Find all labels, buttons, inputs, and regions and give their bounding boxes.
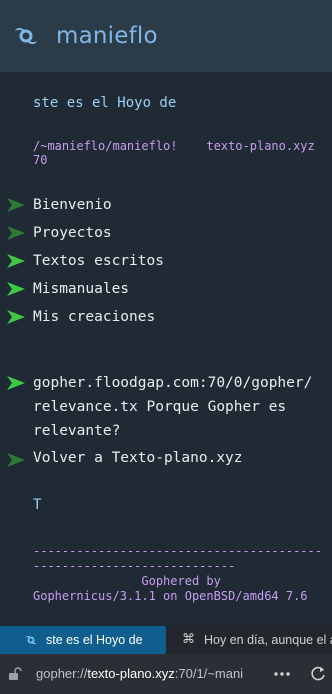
command-icon: ⌘ [182,632,195,647]
server-footer: ----------------------------------------… [33,544,329,604]
gopher-relevance-link[interactable]: gopher.floodgap.com:70/0/gopher/ relevan… [0,371,332,443]
menu-item-mismanuales[interactable]: Mismanuales [0,275,332,303]
arrow-right-icon [7,282,25,296]
path-info: /~manieflo/manieflo! texto-plano.xyz 70 [33,139,329,167]
menu-item-label: Bienvenio [33,197,112,213]
path-line-2: 70 [33,153,48,167]
footer-line-2: Gophernicus/3.1.1 on OpenBSD/amd64 7.6 [33,589,308,603]
footer-rule-2: ---------------------------- [33,559,236,573]
address-field[interactable]: gopher://texto-plano.xyz:70/1/~mani [36,666,252,681]
menu-item-bienvenio[interactable]: Bienvenio [0,191,332,219]
tab-hoy-en-dia[interactable]: ⌘ Hoy en día, aunque el a... [166,626,332,654]
menu-item-label: Mismanuales [33,281,130,297]
menu-item-label: Textos escritos [33,253,164,269]
tab-label: Hoy en día, aunque el a... [204,633,332,647]
menu-item-label: Proyectos [33,225,112,241]
menu-item-mis-creaciones[interactable]: Mis creaciones [0,303,332,331]
reload-icon[interactable] [310,666,326,682]
hurricane-icon[interactable] [12,22,40,50]
tab-hoyo[interactable]: ste es el Hoyo de [0,626,166,654]
back-link-label: Volver a Texto-plano.xyz [33,450,243,466]
footer-line-1: Gophered by [33,574,221,588]
menu-item-label: Mis creaciones [33,309,156,325]
arrow-right-icon [7,254,25,268]
link-line-2: relevance.tx Porque Gopher es [33,399,287,415]
back-to-texto-plano-link[interactable]: Volver a Texto-plano.xyz [0,446,332,474]
app-header: manieflo [0,0,332,72]
tab-bar: ste es el Hoyo de ⌘ Hoy en día, aunque e… [0,626,332,654]
arrow-right-icon [7,453,25,467]
link-line-1: gopher.floodgap.com:70/0/gopher/ [33,375,313,391]
stray-text: T [33,497,42,513]
url-host: texto-plano.xyz [87,666,175,681]
url-scheme: gopher:// [36,666,88,681]
arrow-right-icon [7,310,25,324]
gopher-menu: Bienvenio Proyectos Textos escritos Mism… [0,191,332,331]
more-dots-icon[interactable] [274,672,290,676]
menu-item-proyectos[interactable]: Proyectos [0,219,332,247]
arrow-right-icon [7,376,25,390]
path-line-1: /~manieflo/manieflo! texto-plano.xyz [33,139,315,153]
footer-rule-1: ---------------------------------------- [33,544,322,558]
link-line-3: relevante? [33,423,121,439]
arrow-right-icon [7,198,25,212]
tab-label: ste es el Hoyo de [46,633,143,647]
url-bar: gopher://texto-plano.xyz:70/1/~mani [0,654,332,694]
arrow-right-icon [7,226,25,240]
intro-text: ste es el Hoyo de [33,95,177,111]
gopher-page: ste es el Hoyo de /~manieflo/manieflo! t… [0,72,332,626]
app-title: manieflo [56,23,158,49]
hurricane-icon [25,635,37,645]
url-rest: :70/1/~mani [174,666,244,681]
menu-item-textos-escritos[interactable]: Textos escritos [0,247,332,275]
unlock-icon[interactable] [8,667,22,681]
